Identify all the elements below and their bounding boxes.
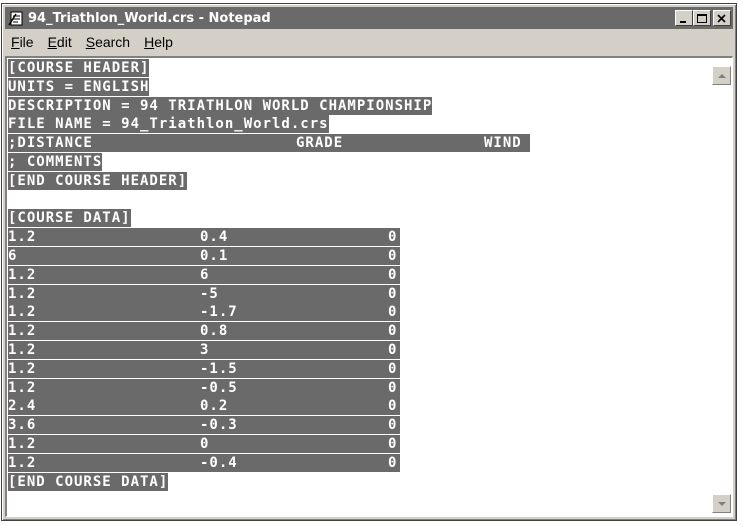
menu-edit[interactable]: Edit (41, 34, 79, 50)
row-grade: -5 (200, 285, 219, 302)
row-distance: 1.2 (8, 454, 37, 471)
row-grade: 6 (200, 266, 210, 283)
notepad-window: 94_Triathlon_World.crs - Notepad File Ed… (1, 3, 737, 521)
text-area[interactable]: [COURSE HEADER] UNITS = ENGLISH DESCRIPT… (5, 56, 733, 517)
text-line: [COURSE HEADER] (8, 59, 150, 77)
row-wind: 0 (388, 454, 398, 471)
course-data-row: 1.2 6 0 (8, 265, 710, 285)
row-distance: 1.2 (8, 304, 37, 321)
col-wind-label: WIND (484, 135, 522, 152)
course-data-row: 1.2 0.8 0 (8, 322, 710, 341)
row-grade: -0.5 (200, 379, 238, 396)
menu-bar: File Edit Search Help (5, 31, 733, 53)
minimize-button[interactable] (675, 10, 693, 26)
text-line: [COURSE DATA] (8, 209, 131, 228)
menu-search[interactable]: Search (79, 34, 137, 50)
row-distance: 6 (8, 247, 18, 264)
row-distance: 1.2 (8, 341, 37, 358)
menu-file[interactable]: File (5, 34, 41, 50)
arrow-down-icon (718, 502, 726, 506)
row-distance: 2.4 (8, 398, 37, 415)
course-data-row: 1.2 -1.5 0 (8, 359, 710, 379)
text-line: UNITS = ENGLISH (8, 77, 150, 96)
arrow-up-icon (718, 74, 726, 78)
row-grade: -1.7 (200, 304, 238, 321)
col-distance-label: ;DISTANCE (8, 135, 93, 152)
course-data-row: 1.2 -5 0 (8, 284, 710, 304)
row-distance: 1.2 (8, 266, 37, 283)
window-title: 94_Triathlon_World.crs - Notepad (28, 10, 271, 26)
row-grade: -0.4 (200, 454, 238, 471)
row-distance: 1.2 (8, 229, 37, 246)
row-wind: 0 (388, 323, 398, 340)
text-line: DESCRIPTION = 94 TRIATHLON WORLD CHAMPIO… (8, 96, 433, 115)
maximize-icon (697, 14, 707, 23)
row-wind: 0 (388, 398, 398, 415)
columns-line: ;DISTANCE GRADE WIND (8, 134, 710, 153)
document-text[interactable]: [COURSE HEADER] UNITS = ENGLISH DESCRIPT… (8, 59, 710, 516)
row-grade: 0.8 (200, 323, 229, 340)
row-distance: 3.6 (8, 417, 37, 434)
text-line: FILE NAME = 94_Triathlon_World.crs (8, 115, 329, 134)
row-grade: 3 (200, 341, 210, 358)
row-wind: 0 (388, 266, 398, 283)
row-grade: 0.2 (200, 398, 229, 415)
course-data-row: 1.2 0.4 0 (8, 228, 710, 247)
course-data-row: 3.6 -0.3 0 (8, 416, 710, 435)
scroll-up-button[interactable] (712, 66, 731, 85)
row-wind: 0 (388, 285, 398, 302)
notepad-icon (8, 11, 23, 26)
course-data-row: 1.2 0 0 (8, 434, 710, 454)
text-line: [END COURSE HEADER] (8, 171, 188, 190)
row-wind: 0 (388, 435, 398, 452)
close-button[interactable] (713, 10, 731, 26)
course-data-row: 2.4 0.2 0 (8, 397, 710, 416)
close-icon (717, 14, 726, 23)
row-distance: 1.2 (8, 285, 37, 302)
row-wind: 0 (388, 304, 398, 321)
row-grade: 0 (200, 435, 210, 452)
vertical-scrollbar[interactable] (711, 58, 732, 516)
minimize-icon (680, 21, 686, 23)
row-grade: 0.4 (200, 229, 229, 246)
text-line: [END COURSE DATA] (8, 472, 169, 491)
course-data-row: 1.2 -0.4 0 (8, 453, 710, 473)
row-wind: 0 (388, 417, 398, 434)
text-line: ; COMMENTS (8, 152, 103, 171)
row-grade: -0.3 (200, 417, 238, 434)
row-wind: 0 (388, 341, 398, 358)
menu-help[interactable]: Help (137, 34, 180, 50)
maximize-button[interactable] (693, 10, 711, 26)
col-grade-label: GRADE (296, 135, 344, 152)
course-data-row: 1.2 -0.5 0 (8, 378, 710, 398)
row-grade: 0.1 (200, 247, 229, 264)
row-wind: 0 (388, 247, 398, 264)
course-data-rows: 1.2 0.4 0 6 0.1 0 1.2 6 0 1.2 -5 0 1.2 -1.7 0 1.2 0.8 0 1.… (8, 228, 710, 472)
scroll-down-button[interactable] (712, 494, 731, 513)
row-wind: 0 (388, 360, 398, 377)
row-distance: 1.2 (8, 360, 37, 377)
row-wind: 0 (388, 229, 398, 246)
row-distance: 1.2 (8, 435, 37, 452)
title-bar[interactable]: 94_Triathlon_World.crs - Notepad (5, 7, 733, 29)
row-wind: 0 (388, 379, 398, 396)
course-data-row: 1.2 3 0 (8, 340, 710, 360)
course-data-row: 1.2 -1.7 0 (8, 303, 710, 322)
row-grade: -1.5 (200, 360, 238, 377)
course-data-row: 6 0.1 0 (8, 246, 710, 266)
row-distance: 1.2 (8, 323, 37, 340)
row-distance: 1.2 (8, 379, 37, 396)
